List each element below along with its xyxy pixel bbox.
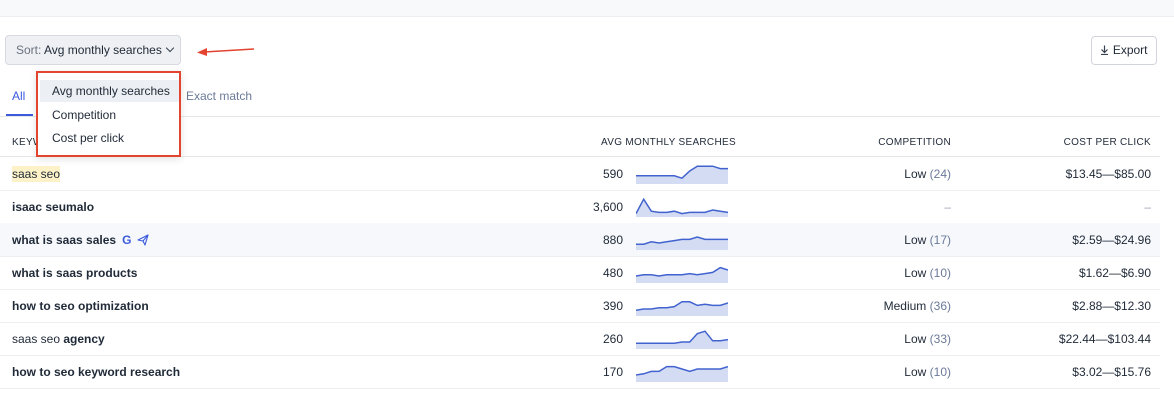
table-row[interactable]: isaac seumalo 3,600 – – bbox=[0, 190, 1160, 224]
competition-index: (36) bbox=[929, 299, 951, 313]
competition-level: Low bbox=[904, 332, 927, 346]
sort-options-menu: Avg monthly searches Competition Cost pe… bbox=[36, 71, 181, 157]
keyword-text: what is saas products bbox=[12, 266, 138, 280]
keyword-text: how to seo optimization bbox=[12, 299, 149, 313]
competition-level: Low bbox=[904, 167, 927, 181]
keyword-text: what is saas sales bbox=[12, 233, 117, 247]
competition-cell: Low (24) bbox=[904, 167, 951, 181]
keyword-text: how to seo keyword research bbox=[12, 365, 181, 379]
sparkline-line bbox=[636, 330, 728, 344]
tab-exact-match[interactable]: Exact match bbox=[186, 89, 252, 103]
keyword-cell[interactable]: what is saas products bbox=[12, 266, 137, 280]
competition-cell: Low (33) bbox=[904, 332, 951, 346]
keyword-cell[interactable]: saas seo agency bbox=[12, 332, 105, 346]
cpc-cell: $3.02—$15.76 bbox=[1072, 365, 1151, 379]
competition-index: (10) bbox=[929, 365, 951, 379]
trend-sparkline bbox=[636, 165, 728, 184]
competition-index: (33) bbox=[929, 332, 951, 346]
competition-cell: Medium (36) bbox=[884, 299, 951, 313]
searches-cell: 880 bbox=[602, 233, 623, 247]
cpc-cell: $13.45—$85.00 bbox=[1065, 167, 1151, 181]
tab-all[interactable]: All bbox=[12, 89, 25, 103]
trend-sparkline bbox=[636, 197, 728, 217]
trend-sparkline bbox=[636, 365, 728, 382]
table-row[interactable]: how to seo keyword research 170 Low (10)… bbox=[0, 355, 1160, 389]
table-row[interactable]: what is saas sales G 880 Low (17) $2.59—$… bbox=[0, 223, 1160, 257]
searches-cell: 3,600 bbox=[592, 200, 623, 214]
keyword-text: saas seo bbox=[12, 166, 61, 182]
cpc-cell: $2.59—$24.96 bbox=[1072, 233, 1151, 247]
cpc-cell: $1.62—$6.90 bbox=[1078, 266, 1151, 280]
export-button[interactable]: Export bbox=[1091, 36, 1157, 65]
competition-level: Low bbox=[904, 233, 927, 247]
chevron-down-icon bbox=[165, 43, 175, 53]
table-row[interactable]: saas seo agency 260 Low (33) $22.44—$103… bbox=[0, 322, 1160, 356]
competition-level: Medium bbox=[883, 299, 927, 313]
google-search-icon[interactable]: G bbox=[122, 233, 131, 247]
column-header-competition[interactable]: COMPETITION bbox=[878, 137, 951, 148]
cpc-cell: $2.88—$12.30 bbox=[1072, 299, 1151, 313]
keyword-text-bold: agency bbox=[63, 332, 105, 346]
column-header-searches[interactable]: AVG MONTHLY SEARCHES bbox=[601, 137, 736, 148]
trend-sparkline bbox=[636, 236, 728, 250]
competition-cell: Low (10) bbox=[904, 365, 951, 379]
competition-level: Low bbox=[904, 266, 927, 280]
paper-plane-icon[interactable] bbox=[137, 234, 149, 246]
sort-value: Avg monthly searches bbox=[44, 43, 162, 57]
sort-option-competition[interactable]: Competition bbox=[40, 104, 179, 126]
sort-option-cost-per-click[interactable]: Cost per click bbox=[40, 127, 179, 149]
sort-dropdown-button[interactable]: Sort: Avg monthly searches bbox=[5, 35, 181, 65]
keyword-cell[interactable]: how to seo keyword research bbox=[12, 365, 180, 379]
competition-index: (10) bbox=[929, 266, 951, 280]
competition-cell: Low (17) bbox=[904, 233, 951, 247]
table-row[interactable]: saas seo 590 Low (24) $13.45—$85.00 bbox=[0, 157, 1160, 191]
trend-sparkline bbox=[636, 266, 728, 283]
competition-cell: – bbox=[944, 200, 951, 214]
competition-level: – bbox=[944, 200, 951, 214]
searches-cell: 480 bbox=[602, 266, 623, 280]
export-label: Export bbox=[1112, 43, 1148, 57]
keyword-cell[interactable]: what is saas sales G bbox=[12, 233, 149, 247]
sort-option-avg-monthly-searches[interactable]: Avg monthly searches bbox=[40, 80, 179, 102]
searches-cell: 170 bbox=[602, 365, 623, 379]
competition-index: (24) bbox=[929, 167, 951, 181]
top-bar bbox=[0, 0, 1174, 17]
keyword-cell[interactable]: saas seo bbox=[12, 166, 61, 182]
cpc-cell: – bbox=[1144, 200, 1151, 214]
keyword-cell[interactable]: isaac seumalo bbox=[12, 200, 94, 214]
keyword-cell[interactable]: how to seo optimization bbox=[12, 299, 149, 313]
download-icon bbox=[1101, 45, 1109, 56]
searches-cell: 390 bbox=[602, 299, 623, 313]
cpc-cell: $22.44—$103.44 bbox=[1058, 332, 1151, 346]
trend-sparkline bbox=[636, 330, 728, 349]
searches-cell: 590 bbox=[602, 167, 623, 181]
column-header-cpc[interactable]: COST PER CLICK bbox=[1064, 137, 1151, 148]
sort-prefix: Sort: bbox=[16, 43, 42, 57]
trend-sparkline bbox=[636, 301, 728, 316]
competition-cell: Low (10) bbox=[904, 266, 951, 280]
keyword-text: isaac seumalo bbox=[12, 200, 95, 214]
competition-level: Low bbox=[904, 365, 927, 379]
annotation-arrow-icon bbox=[197, 48, 255, 56]
searches-cell: 260 bbox=[602, 332, 623, 346]
table-row[interactable]: how to seo optimization 390 Medium (36) … bbox=[0, 289, 1160, 323]
table-row[interactable]: what is saas products 480 Low (10) $1.62… bbox=[0, 256, 1160, 290]
competition-index: (17) bbox=[929, 233, 951, 247]
